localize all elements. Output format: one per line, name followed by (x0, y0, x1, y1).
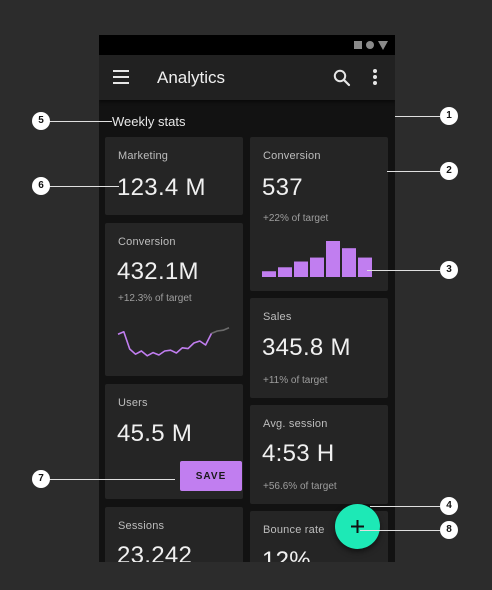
callout-2: 2 (440, 162, 458, 180)
sparkline-projection (211, 327, 230, 335)
more-vert-icon[interactable] (372, 69, 378, 87)
sparkline-chart (117, 327, 230, 357)
bar-4 (310, 257, 324, 277)
card-conversion-right[interactable]: Conversion 537 +22% of target (250, 137, 388, 291)
bar-1 (262, 271, 276, 277)
card-conversion-left[interactable]: Conversion 432.1M +12.3% of target (105, 223, 243, 376)
status-bar (99, 35, 395, 55)
sparkline-series (117, 331, 213, 357)
card-marketing[interactable]: Marketing 123.4 M (105, 137, 243, 215)
card-label: Sessions (118, 520, 165, 532)
callout-line (49, 479, 175, 480)
card-sessions[interactable]: Sessions 23,242 (105, 507, 243, 562)
card-value: 23,242 (117, 542, 193, 562)
card-users[interactable]: Users 45.5 M SAVE (105, 384, 243, 499)
callout-7: 7 (32, 470, 50, 488)
bar-chart (262, 241, 372, 277)
card-label: Avg. session (263, 418, 328, 430)
signal-icon (378, 41, 388, 50)
page-title: Analytics (157, 68, 226, 87)
save-button[interactable]: SAVE (180, 461, 242, 491)
bar-6 (342, 248, 356, 277)
callout-line (49, 186, 119, 187)
callout-line (367, 270, 440, 271)
card-value: 45.5 M (117, 420, 193, 447)
callout-line (360, 530, 440, 531)
phone-screen: Analytics Weekly stats Marketing 123.4 M… (99, 35, 395, 562)
card-value: 123.4 M (117, 174, 206, 201)
top-app-bar: Analytics (99, 55, 395, 100)
menu-icon[interactable] (113, 70, 129, 84)
callout-line (370, 506, 440, 507)
callout-5: 5 (32, 112, 50, 130)
bar-2 (278, 267, 292, 277)
bar-3 (294, 261, 308, 277)
wifi-icon (366, 41, 374, 49)
section-title: Weekly stats (112, 114, 186, 129)
search-icon[interactable] (332, 68, 352, 88)
card-avg-session[interactable]: Avg. session 4:53 H +56.6% of target (250, 405, 388, 504)
callout-1: 1 (440, 107, 458, 125)
callout-line (387, 171, 440, 172)
bar-5 (326, 241, 340, 277)
callout-6: 6 (32, 177, 50, 195)
callout-line (49, 121, 112, 122)
card-value: 345.8 M (262, 334, 351, 361)
callout-4: 4 (440, 497, 458, 515)
callout-3: 3 (440, 261, 458, 279)
plus-icon (351, 520, 364, 533)
card-label: Sales (263, 311, 292, 323)
card-subtitle: +56.6% of target (263, 481, 337, 492)
card-label: Marketing (118, 150, 169, 162)
recents-icon (354, 41, 362, 49)
callout-line (395, 116, 440, 117)
card-sales[interactable]: Sales 345.8 M +11% of target (250, 298, 388, 398)
add-fab-button[interactable] (335, 504, 380, 549)
card-value: 4:53 H (262, 440, 335, 467)
card-label: Bounce rate (263, 524, 325, 536)
card-value: 12% (262, 547, 311, 562)
callout-8: 8 (440, 521, 458, 539)
bar-7 (358, 257, 372, 277)
card-label: Users (118, 397, 148, 409)
card-subtitle: +11% of target (263, 375, 328, 386)
